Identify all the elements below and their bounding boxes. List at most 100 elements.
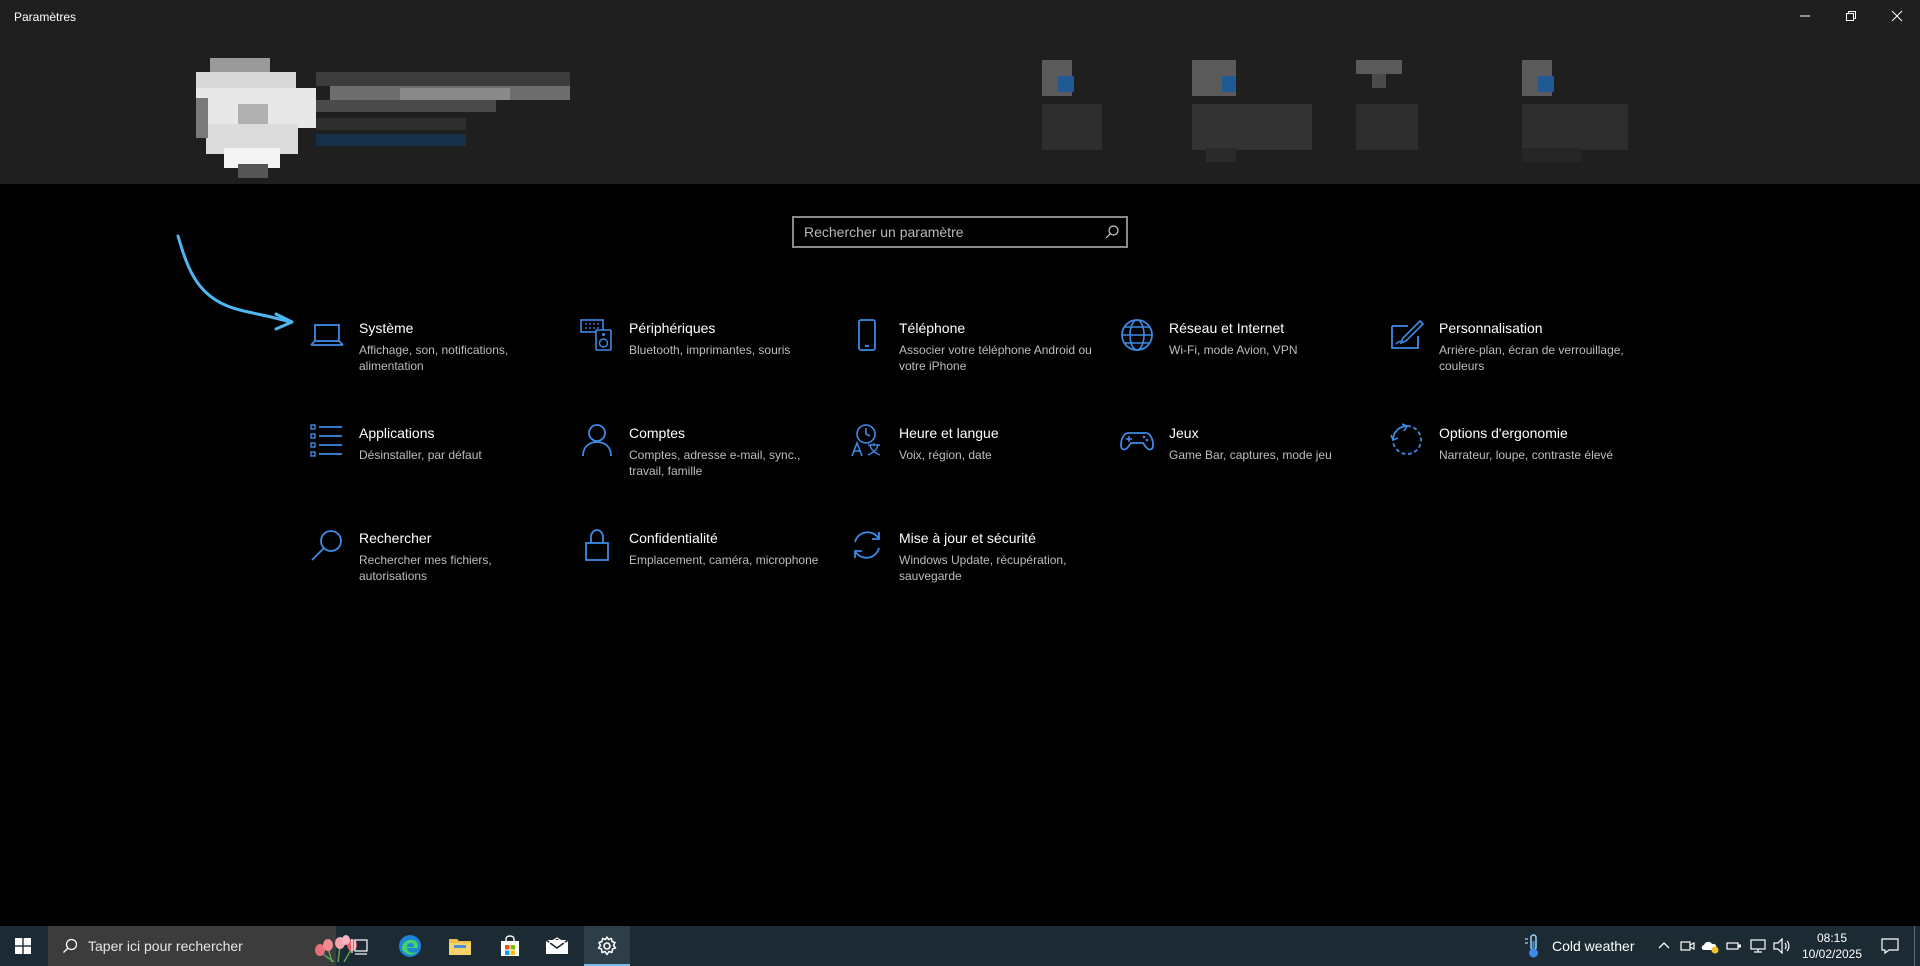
category-description: Bluetooth, imprimantes, souris [629,343,791,357]
apps-list-icon [310,423,344,457]
category-name: Rechercher [359,530,432,546]
category-applications[interactable]: Applications Désinstaller, par défaut [310,419,570,505]
lock-icon [580,528,614,562]
category-name: Mise à jour et sécurité [899,530,1036,546]
phone-icon [850,318,884,352]
category-name: Réseau et Internet [1169,320,1285,336]
close-button[interactable] [1874,0,1920,32]
category-description: Emplacement, caméra, microphone [629,553,819,567]
taskbar-clock[interactable]: 08:15 10/02/2025 [1796,930,1868,962]
category-systeme[interactable]: Système Affichage, son, notifications, a… [310,314,570,400]
clock-date: 10/02/2025 [1801,947,1863,961]
notification-icon [1881,938,1899,955]
category-name: Options d'ergonomie [1439,425,1568,441]
title-bar: Paramètres [0,0,1920,32]
weather-widget[interactable] [1518,926,1548,966]
tray-meet-now[interactable] [1676,926,1698,966]
category-description: Windows Update, récupération, sauvegarde [899,553,1067,583]
category-options-ergonomie[interactable]: Options d'ergonomie Narrateur, loupe, co… [1390,419,1650,505]
clock-time: 08:15 [1816,931,1848,945]
category-peripheriques[interactable]: Périphériques Bluetooth, imprimantes, so… [580,314,840,400]
annotation-arrow-icon [176,234,294,331]
category-confidentialite[interactable]: Confidentialité Emplacement, caméra, mic… [580,524,840,610]
category-description: Désinstaller, par défaut [359,448,482,462]
mail-icon [545,937,569,954]
laptop-icon [310,318,344,352]
category-description: Wi-Fi, mode Avion, VPN [1169,343,1298,357]
category-heure-langue[interactable]: Heure et langue Voix, région, date [850,419,1110,505]
show-desktop-button[interactable] [1914,926,1920,966]
sync-icon [850,528,884,562]
taskbar-edge[interactable] [390,926,430,966]
search-icon [63,938,78,953]
close-icon [1891,10,1903,22]
settings-search-input[interactable] [794,218,1094,246]
store-bag-icon [501,935,519,956]
task-view-button[interactable] [340,926,380,966]
category-name: Heure et langue [899,425,999,441]
weather-text[interactable]: Cold weather [1552,938,1635,954]
tray-onedrive[interactable] [1698,926,1722,966]
taskbar-settings[interactable] [584,926,630,966]
meet-now-icon [1680,941,1695,951]
window-title: Paramètres [14,10,77,24]
network-icon [1750,939,1766,953]
task-view-icon [351,939,368,955]
category-description: Associer votre téléphone Android ou votr… [899,343,1092,373]
show-hidden-icons-button[interactable] [1652,926,1676,966]
category-description: Narrateur, loupe, contraste élevé [1439,448,1614,462]
settings-search-box[interactable] [792,216,1128,248]
tray-volume[interactable] [1770,926,1794,966]
notifications-button[interactable] [1870,926,1910,966]
category-description: Arrière-plan, écran de verrouillage, cou… [1439,343,1624,373]
windows-logo-icon [15,938,31,954]
time-language-icon [850,423,884,457]
category-name: Personnalisation [1439,320,1543,336]
gear-icon [597,936,617,956]
category-rechercher[interactable]: Rechercher Rechercher mes fichiers, auto… [310,524,570,610]
category-name: Système [359,320,414,336]
minimize-button[interactable] [1782,0,1828,32]
category-jeux[interactable]: Jeux Game Bar, captures, mode jeu [1120,419,1380,505]
category-description: Affichage, son, notifications, alimentat… [359,343,509,373]
paint-tablet-icon [1390,318,1425,352]
category-name: Comptes [629,425,686,441]
minimize-icon [1800,15,1810,17]
category-name: Téléphone [899,320,966,336]
category-reseau-internet[interactable]: Réseau et Internet Wi-Fi, mode Avion, VP… [1120,314,1380,400]
category-telephone[interactable]: Téléphone Associer votre téléphone Andro… [850,314,1110,400]
taskbar-search-placeholder: Taper ici pour rechercher [88,938,243,954]
category-name: Applications [359,425,435,441]
category-comptes[interactable]: Comptes Comptes, adresse e-mail, sync., … [580,419,840,505]
account-header [0,32,1920,184]
keyboard-speaker-icon [580,318,614,352]
search-icon [310,528,344,562]
person-icon [580,423,614,457]
restore-icon [1846,11,1856,21]
category-name: Périphériques [629,320,716,336]
chevron-up-icon [1658,942,1670,949]
category-name: Jeux [1169,425,1199,441]
search-icon[interactable] [1104,224,1120,240]
restore-button[interactable] [1828,0,1874,32]
category-mise-a-jour-securite[interactable]: Mise à jour et sécurité Windows Update, … [850,524,1110,610]
category-personnalisation[interactable]: Personnalisation Arrière-plan, écran de … [1390,314,1650,400]
taskbar-mail[interactable] [537,926,577,966]
gamepad-icon [1120,423,1154,457]
taskbar-file-explorer[interactable] [440,926,480,966]
taskbar-store[interactable] [490,926,530,966]
usb-device-icon [1726,942,1741,950]
tray-usb[interactable] [1722,926,1746,966]
tray-network[interactable] [1746,926,1770,966]
category-name: Confidentialité [629,530,718,546]
taskbar-search-box[interactable]: Taper ici pour rechercher [48,926,357,966]
taskbar: Taper ici pour rechercher Cold weather 0… [0,926,1920,966]
category-description: Rechercher mes fichiers, autorisations [359,553,492,583]
globe-icon [1120,318,1154,352]
speaker-icon [1773,938,1790,954]
start-button[interactable] [0,926,46,966]
category-description: Game Bar, captures, mode jeu [1169,448,1332,462]
cloud-warning-icon [1701,941,1719,954]
category-description: Comptes, adresse e-mail, sync., travail,… [629,448,801,478]
edge-browser-icon [399,935,421,957]
